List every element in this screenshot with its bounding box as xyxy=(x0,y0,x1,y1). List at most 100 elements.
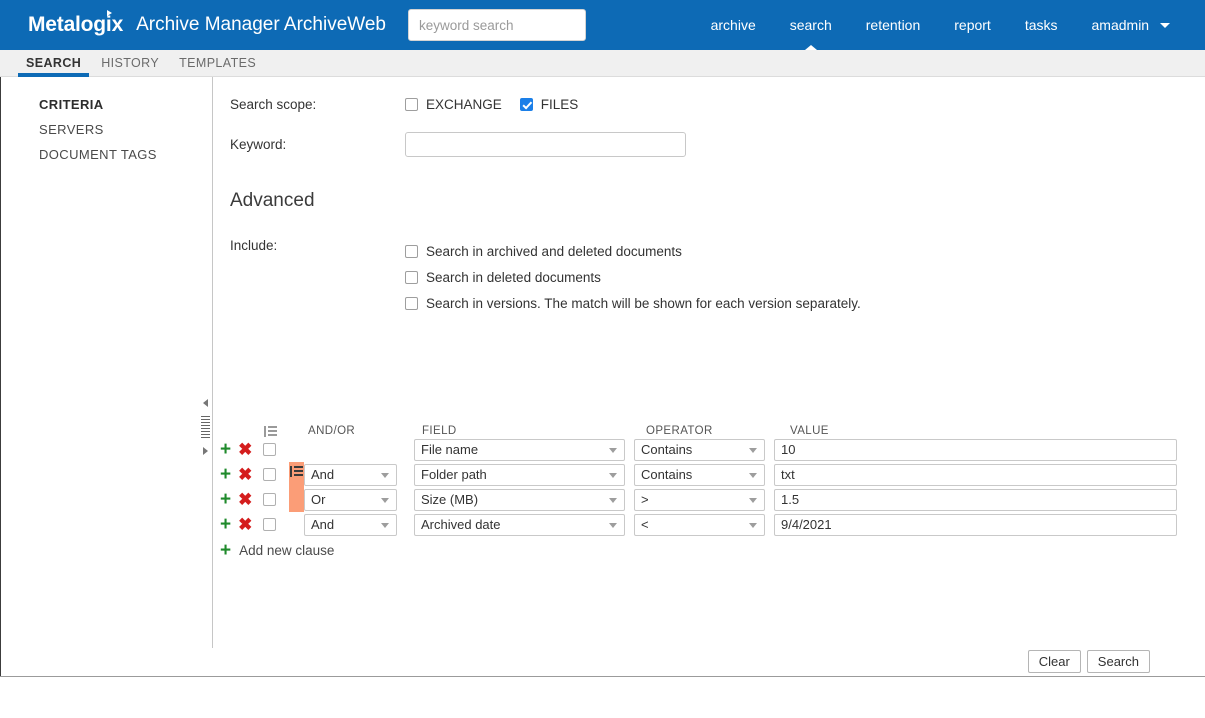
label-exchange[interactable]: EXCHANGE xyxy=(426,97,502,112)
include-label: Include: xyxy=(230,238,278,253)
cell-field: File name xyxy=(414,438,634,461)
row-group-indicator xyxy=(289,437,304,462)
row-select xyxy=(263,468,289,481)
input-value[interactable] xyxy=(774,438,1177,461)
table-row: + ✖ And Archived date < 9/4/2021 xyxy=(213,512,1205,537)
checkbox-row-select[interactable] xyxy=(263,468,276,481)
checkbox-row-select[interactable] xyxy=(263,493,276,506)
header-select-col xyxy=(263,425,289,437)
delete-row-icon[interactable]: ✖ xyxy=(238,491,252,508)
cell-operator: > xyxy=(634,488,774,511)
keyword-input[interactable] xyxy=(405,131,686,157)
input-value[interactable] xyxy=(774,513,1177,536)
tab-search[interactable]: SEARCH xyxy=(16,56,91,77)
chevron-down-icon xyxy=(609,497,617,503)
include-option-versions[interactable]: Search in versions. The match will be sh… xyxy=(405,290,861,316)
nav-label-report: report xyxy=(954,17,991,33)
expand-right-arrow-icon[interactable] xyxy=(203,447,208,455)
checkbox-files[interactable] xyxy=(519,97,533,111)
label-search-deleted[interactable]: Search in deleted documents xyxy=(426,270,601,285)
chevron-down-icon xyxy=(749,472,757,478)
select-operator[interactable]: Contains xyxy=(634,438,765,461)
select-andor-value: And xyxy=(311,517,335,532)
nav-label-archive: archive xyxy=(710,17,756,33)
select-field-value: Size (MB) xyxy=(421,492,479,507)
row-group-indicator xyxy=(289,512,304,537)
header-andor: AND/OR xyxy=(308,425,356,437)
checkbox-search-archived-deleted[interactable] xyxy=(405,244,418,258)
delete-row-icon[interactable]: ✖ xyxy=(238,441,252,458)
tab-history[interactable]: HISTORY xyxy=(91,56,169,76)
label-search-versions[interactable]: Search in versions. The match will be sh… xyxy=(426,296,861,311)
chevron-down-icon xyxy=(381,522,389,528)
select-andor[interactable]: And xyxy=(304,513,397,536)
nav-item-retention[interactable]: retention xyxy=(849,0,937,50)
page-footer: Clear Search xyxy=(0,650,1205,718)
select-field[interactable]: Folder path xyxy=(414,463,625,486)
select-andor[interactable]: And xyxy=(304,463,397,486)
checkbox-search-deleted[interactable] xyxy=(405,270,418,284)
search-scope-row: Search scope: EXCHANGE FILES xyxy=(213,92,1205,116)
sidebar-item-servers[interactable]: SERVERS xyxy=(1,117,211,142)
select-operator[interactable]: < xyxy=(634,513,765,536)
tab-strip: SEARCH HISTORY TEMPLATES xyxy=(0,50,1205,77)
row-select xyxy=(263,493,289,506)
nav-label-user: amadmin xyxy=(1091,17,1150,33)
label-files[interactable]: FILES xyxy=(541,97,579,112)
checkbox-search-versions[interactable] xyxy=(405,296,418,310)
sidebar-splitter-handle[interactable] xyxy=(200,399,211,455)
cell-field: Folder path xyxy=(414,463,634,486)
add-row-icon[interactable]: + xyxy=(220,515,231,534)
select-operator-value: > xyxy=(641,492,649,507)
row-actions: + ✖ xyxy=(213,490,263,509)
checkbox-exchange[interactable] xyxy=(405,97,418,111)
clear-button[interactable]: Clear xyxy=(1027,650,1081,673)
select-field[interactable]: File name xyxy=(414,438,625,461)
include-option-archived-deleted[interactable]: Search in archived and deleted documents xyxy=(405,238,861,264)
table-row: + ✖ And Folder path Contains txt xyxy=(213,462,1205,512)
sidebar-item-criteria[interactable]: CRITERIA xyxy=(1,77,211,117)
add-row-icon[interactable]: + xyxy=(220,440,231,459)
nav-item-user-menu[interactable]: amadmin xyxy=(1075,0,1187,50)
nav-item-tasks[interactable]: tasks xyxy=(1008,0,1075,50)
include-option-deleted[interactable]: Search in deleted documents xyxy=(405,264,861,290)
nav-item-search[interactable]: search xyxy=(773,0,849,50)
select-operator[interactable]: > xyxy=(634,488,765,511)
input-value[interactable] xyxy=(774,463,1177,486)
cell-andor: And xyxy=(304,513,414,536)
keyword-label: Keyword: xyxy=(230,136,287,152)
tab-templates-label: TEMPLATES xyxy=(179,56,257,70)
global-search-input[interactable] xyxy=(408,9,586,41)
sidebar: CRITERIA SERVERS DOCUMENT TAGS xyxy=(1,77,211,167)
add-new-clause-button[interactable]: + Add new clause xyxy=(213,541,380,560)
select-field-value: Folder path xyxy=(421,467,487,482)
select-field[interactable]: Size (MB) xyxy=(414,488,625,511)
search-button[interactable]: Search xyxy=(1086,650,1150,673)
add-row-icon[interactable]: + xyxy=(220,490,231,509)
advanced-heading: Advanced xyxy=(230,190,315,211)
sidebar-item-document-tags[interactable]: DOCUMENT TAGS xyxy=(1,142,211,167)
select-field[interactable]: Archived date xyxy=(414,513,625,536)
include-options: Search in archived and deleted documents… xyxy=(405,238,861,316)
select-field-value: Archived date xyxy=(421,517,501,532)
nav-item-archive[interactable]: archive xyxy=(694,0,773,50)
chevron-down-icon xyxy=(381,472,389,478)
group-clause-icon[interactable] xyxy=(264,425,280,437)
checkbox-row-select[interactable] xyxy=(263,518,276,531)
label-search-archived-deleted[interactable]: Search in archived and deleted documents xyxy=(426,244,682,259)
collapse-left-arrow-icon[interactable] xyxy=(203,399,208,407)
tab-templates[interactable]: TEMPLATES xyxy=(169,56,266,76)
delete-row-icon[interactable]: ✖ xyxy=(238,466,252,483)
delete-row-icon[interactable]: ✖ xyxy=(238,516,252,533)
app-title: Archive Manager ArchiveWeb xyxy=(136,14,386,35)
checkbox-row-select[interactable] xyxy=(263,443,276,456)
sidebar-label-document-tags: DOCUMENT TAGS xyxy=(39,147,157,162)
select-operator[interactable]: Contains xyxy=(634,463,765,486)
input-value[interactable] xyxy=(774,488,1177,511)
select-andor[interactable]: Or xyxy=(304,488,397,511)
splitter-grip-icon[interactable] xyxy=(201,416,210,438)
nav-item-report[interactable]: report xyxy=(937,0,1008,50)
row-select xyxy=(263,443,289,456)
cell-operator: Contains xyxy=(634,463,774,486)
add-row-icon[interactable]: + xyxy=(220,465,231,484)
